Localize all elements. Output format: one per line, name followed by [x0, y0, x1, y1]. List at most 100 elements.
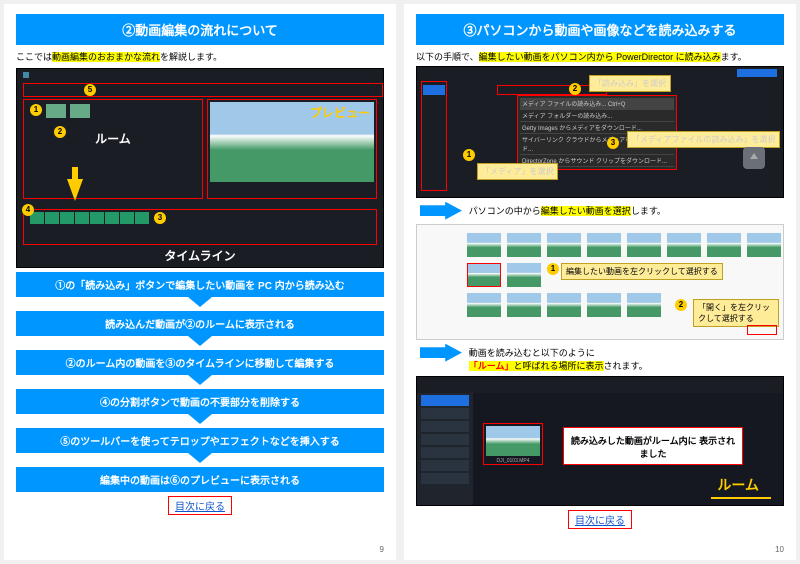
arrow-down-icon	[188, 453, 212, 463]
file-thumb	[507, 233, 541, 257]
arrow-right-icon	[420, 344, 462, 362]
t-room: 「ルーム」	[469, 361, 514, 371]
file-thumb	[467, 233, 501, 257]
file-row-2	[467, 263, 541, 287]
menu-import-folder: メディア フォルダーの読み込み...	[520, 110, 674, 122]
arrow-down-icon	[188, 375, 212, 385]
step-1: ①の「読み込み」ボタンで編集したい動画を PC 内から読み込む	[16, 272, 384, 297]
intro-a: 以下の手順で、	[416, 52, 479, 62]
callout-open: 「開く」を左クリックして選択する	[693, 299, 779, 327]
marker-4: 4	[22, 204, 34, 216]
room-result-note: 読み込みした動画がルーム内に 表示されました	[563, 427, 743, 465]
intro-b: ます。	[721, 52, 747, 62]
imported-thumb-caption: DJI_0103.MP4	[484, 458, 542, 464]
room-thumbs-row: 1	[24, 100, 202, 120]
step-5: ⑤のツールバーを使ってテロップやエフェクトなどを挿入する	[16, 428, 384, 453]
timeline-row: 3	[24, 210, 376, 224]
thumb	[70, 104, 90, 118]
page-number: 10	[775, 545, 784, 554]
t: します。	[631, 206, 666, 216]
t: パソコンの中から	[469, 206, 541, 216]
room-underline	[711, 497, 771, 499]
side-item	[421, 434, 469, 445]
callout-2: 「読み込み」を選択	[589, 75, 671, 92]
arrow-down-icon	[188, 297, 212, 307]
marker-5: 5	[84, 84, 96, 96]
side-item-media	[421, 395, 469, 406]
intro-a: ここでは	[16, 52, 52, 62]
callout-3: 「メディアファイルの読み込み」を選択	[627, 131, 780, 148]
back-to-toc-link[interactable]: 目次に戻る	[168, 496, 232, 515]
file-thumb	[627, 293, 661, 317]
back-link-wrap: 目次に戻る	[416, 510, 784, 529]
media-tab-icon	[423, 85, 445, 95]
t-hl: と呼ばれる場所に表示	[514, 361, 604, 371]
save-btn-icon	[737, 69, 777, 77]
clip	[45, 212, 59, 224]
t-hl: 編集したい動画を選択	[541, 206, 631, 216]
app-titlebar	[417, 377, 783, 393]
clip	[105, 212, 119, 224]
preview-panel-redbox: 6 プレビュー	[207, 99, 377, 199]
menu-import-file: メディア ファイルの読み込み... Ctrl+Q	[520, 98, 674, 110]
thumb	[46, 104, 66, 118]
mid-note-1: パソコンの中から編集したい動画を選択します。	[469, 204, 666, 217]
callout-select-file: 編集したい動画を左クリックして選択する	[561, 263, 723, 280]
file-thumb-selected	[467, 263, 501, 287]
room-panel-redbox: 1 2 ルーム	[23, 99, 203, 199]
room-label: ルーム	[717, 475, 759, 495]
marker-1: 1	[463, 149, 475, 161]
imported-thumb-redbox: DJI_0103.MP4	[483, 423, 543, 465]
toolbar-redbox: 5	[23, 83, 383, 97]
marker-1: 1	[30, 104, 42, 116]
sidebar-redbox	[421, 81, 447, 191]
page-right: ③パソコンから動画や画像などを読み込みする 以下の手順で、編集したい動画をパソコ…	[404, 4, 796, 560]
file-thumb	[587, 233, 621, 257]
side-item	[421, 421, 469, 432]
file-thumb	[587, 293, 621, 317]
marker-2: 2	[54, 126, 66, 138]
section-title: ②動画編集の流れについて	[16, 14, 384, 45]
marker-3: 3	[154, 212, 166, 224]
clip	[60, 212, 74, 224]
marker-1: 1	[547, 263, 559, 275]
sidebar	[417, 393, 473, 505]
back-to-toc-link[interactable]: 目次に戻る	[568, 510, 632, 529]
t: されます。	[604, 361, 648, 371]
file-thumb	[547, 233, 581, 257]
intro-highlight: 動画編集のおおまかな流れ	[52, 52, 160, 62]
file-thumb	[467, 293, 501, 317]
room-label: ルーム	[24, 130, 202, 147]
intro-highlight: 編集したい動画をパソコン内から PowerDirector に読み込み	[479, 52, 721, 62]
screenshot-file-dialog: 1 編集したい動画を左クリックして選択する 2 「開く」を左クリックして選択する	[416, 224, 784, 340]
yellow-down-arrow-icon	[67, 179, 83, 201]
file-row-3	[467, 293, 661, 317]
clip	[135, 212, 149, 224]
screenshot-import-menu: メディア ファイルの読み込み... Ctrl+Q メディア フォルダーの読み込み…	[416, 66, 784, 198]
page-left: ②動画編集の流れについて ここでは動画編集のおおまかな流れを解説します。 5 1…	[4, 4, 396, 560]
marker-3: 3	[607, 137, 619, 149]
mid-row-1: パソコンの中から編集したい動画を選択します。	[416, 198, 784, 220]
file-thumb	[547, 293, 581, 317]
side-item	[421, 408, 469, 419]
arrow-right-icon	[420, 202, 462, 220]
mid-row-2: 動画を読み込むと以下のように 「ルーム」と呼ばれる場所に表示されます。	[416, 340, 784, 372]
file-thumb	[627, 233, 661, 257]
step-2: 読み込んだ動画が②のルームに表示される	[16, 311, 384, 336]
file-thumb	[667, 233, 701, 257]
file-thumb	[507, 263, 541, 287]
timeline-label: タイムライン	[23, 247, 377, 265]
preview-label: プレビュー	[310, 104, 370, 121]
page-number: 9	[380, 545, 384, 554]
intro-b: を解説します。	[160, 52, 222, 62]
clip	[90, 212, 104, 224]
side-item	[421, 447, 469, 458]
file-row-1	[467, 233, 781, 257]
mid-note-2: 動画を読み込むと以下のように 「ルーム」と呼ばれる場所に表示されます。	[469, 346, 648, 372]
step-3: ②のルーム内の動画を③のタイムラインに移動して編集する	[16, 350, 384, 375]
clip	[75, 212, 89, 224]
callout-1: 「メディア」を選択	[477, 163, 558, 180]
side-item	[421, 460, 469, 471]
intro-text: 以下の手順で、編集したい動画をパソコン内から PowerDirector に読み…	[416, 51, 784, 64]
section-title: ③パソコンから動画や画像などを読み込みする	[416, 14, 784, 45]
